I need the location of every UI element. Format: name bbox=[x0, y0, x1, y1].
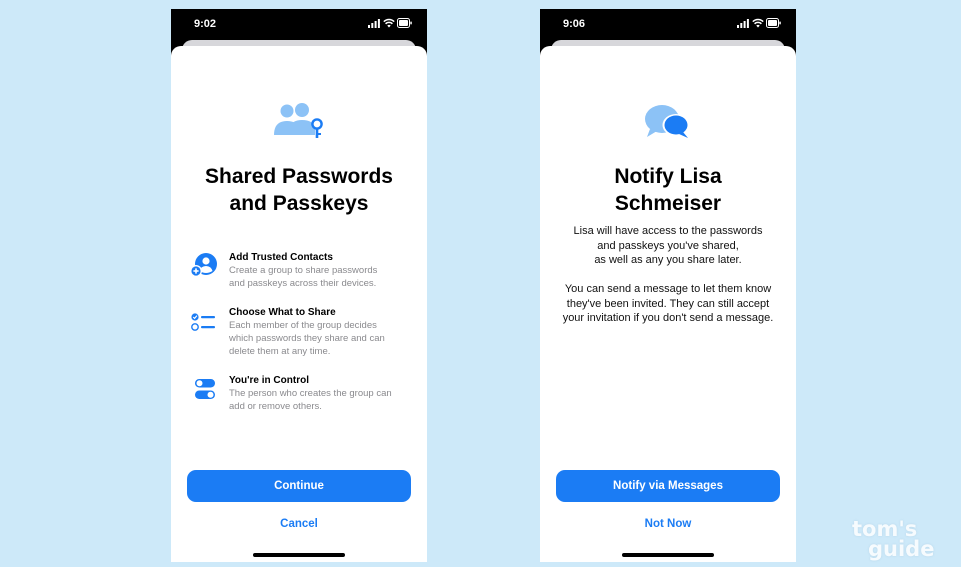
status-bar: 9:02 bbox=[171, 9, 427, 39]
feature-description-line: Each member of the group decides bbox=[229, 320, 377, 331]
page-title-line: Notify Lisa bbox=[614, 165, 722, 188]
body-text-line: and passkeys you've shared, bbox=[597, 239, 739, 252]
feature-title: Add Trusted Contacts bbox=[229, 252, 333, 263]
feature-description-line: The person who creates the group can bbox=[229, 388, 392, 399]
page-title-line: and Passkeys bbox=[229, 192, 369, 215]
feature-title: You're in Control bbox=[229, 375, 309, 386]
status-time: 9:06 bbox=[563, 18, 586, 30]
notify-contact-sheet: Notify Lisa Schmeiser Lisa will have acc… bbox=[540, 46, 796, 562]
body-text-line: they've been invited. They can still acc… bbox=[566, 297, 770, 310]
signal-icon bbox=[737, 19, 749, 28]
page-title-line: Schmeiser bbox=[614, 192, 722, 215]
continue-button[interactable]: Continue bbox=[187, 470, 411, 502]
status-time: 9:02 bbox=[194, 18, 217, 30]
body-text-line: your invitation if you don't send a mess… bbox=[562, 312, 774, 324]
checklist-icon bbox=[191, 313, 215, 331]
home-indicator[interactable] bbox=[622, 553, 714, 557]
battery-icon bbox=[397, 18, 412, 28]
feature-description: The person who creates the group can add… bbox=[229, 387, 413, 413]
share-passwords-sheet: Shared Passwords and Passkeys Add Truste… bbox=[171, 46, 427, 562]
logo-line: guide bbox=[868, 537, 935, 561]
signal-icon bbox=[368, 19, 380, 28]
feature-description-line: and passkeys across their devices. bbox=[229, 278, 377, 289]
feature-description: Create a group to share passwords and pa… bbox=[229, 264, 413, 290]
body-text-line: Lisa will have access to the passwords bbox=[573, 225, 763, 237]
feature-description-line: add or remove others. bbox=[229, 401, 322, 412]
notify-via-messages-button[interactable]: Notify via Messages bbox=[556, 470, 780, 502]
feature-title: Choose What to Share bbox=[229, 307, 336, 318]
toggles-icon bbox=[195, 379, 215, 399]
people-key-icon bbox=[274, 103, 323, 138]
wifi-icon bbox=[752, 18, 764, 28]
not-now-button[interactable]: Not Now bbox=[540, 516, 796, 532]
left-phone-screen: 9:02 Shared Passwords and Passkeys Add T… bbox=[171, 9, 427, 562]
page-title: Notify Lisa Schmeiser bbox=[550, 163, 786, 217]
feature-description-line: which passwords they share and can bbox=[229, 333, 385, 344]
person-add-icon bbox=[190, 253, 217, 277]
status-icons bbox=[368, 17, 412, 29]
cancel-button[interactable]: Cancel bbox=[171, 516, 427, 532]
battery-icon bbox=[766, 18, 781, 28]
status-icons bbox=[737, 17, 781, 29]
body-text-line: as well as any you share later. bbox=[594, 254, 742, 266]
invitation-description: You can send a message to let them know … bbox=[548, 282, 788, 326]
toms-guide-logo: tom's guide bbox=[846, 518, 954, 562]
access-description: Lisa will have access to the passwords a… bbox=[548, 224, 788, 268]
wifi-icon bbox=[383, 18, 395, 28]
page-title-line: Shared Passwords bbox=[205, 165, 393, 188]
feature-description-line: Create a group to share passwords bbox=[229, 265, 378, 276]
feature-description-line: delete them at any time. bbox=[229, 346, 331, 357]
page-title: Shared Passwords and Passkeys bbox=[181, 163, 417, 217]
body-text-line: You can send a message to let them know bbox=[564, 283, 772, 295]
right-phone-screen: 9:06 Notify Lisa Schmeiser Lisa will hav… bbox=[540, 9, 796, 562]
message-bubbles-icon bbox=[645, 105, 690, 138]
status-bar: 9:06 bbox=[540, 9, 796, 39]
feature-description: Each member of the group decides which p… bbox=[229, 319, 413, 358]
home-indicator[interactable] bbox=[253, 553, 345, 557]
